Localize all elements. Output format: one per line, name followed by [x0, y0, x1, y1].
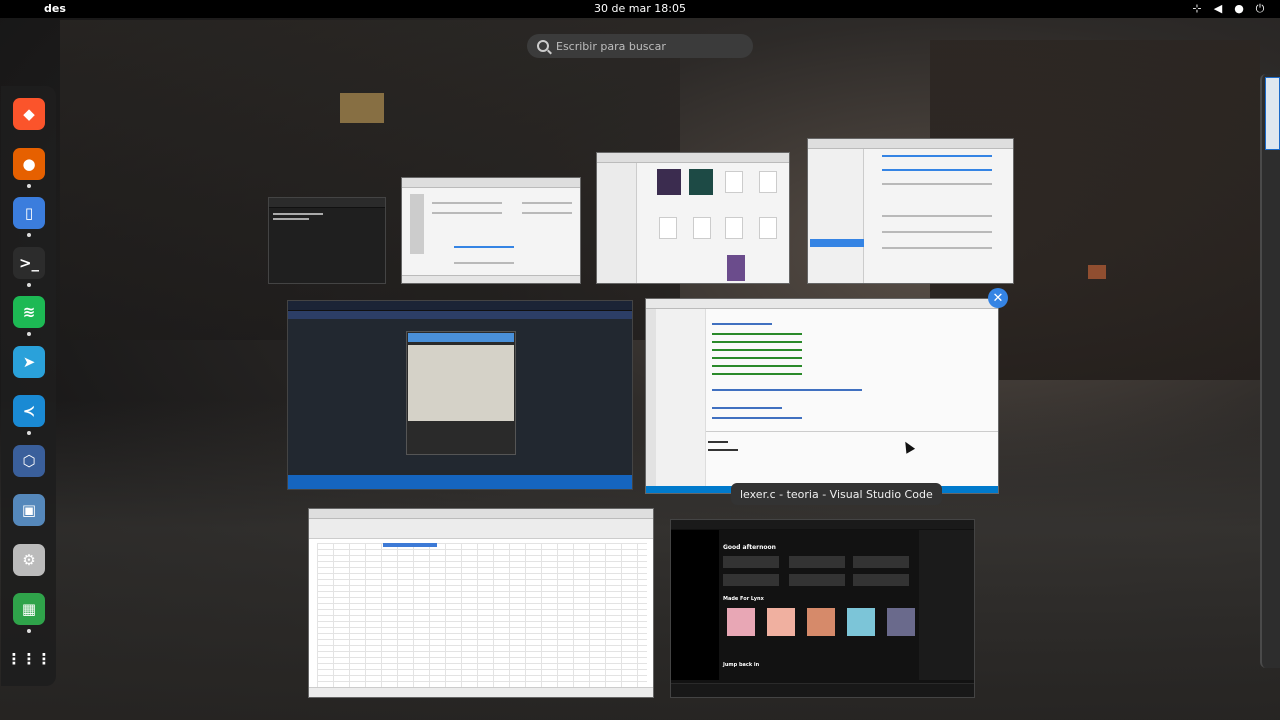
power-icon[interactable]: ⏻ — [1254, 2, 1266, 16]
network-icon[interactable]: ⊹ — [1191, 2, 1203, 16]
close-window-button[interactable]: ✕ — [988, 288, 1008, 308]
window-vscode[interactable] — [645, 298, 999, 494]
spotify-section-made-for: Made For Lynx — [723, 596, 764, 602]
dock-terminal-icon[interactable]: >_ — [13, 246, 45, 279]
running-indicator — [27, 282, 31, 287]
window-spreadsheet[interactable] — [308, 508, 654, 698]
window-spotify[interactable]: Good afternoon Made For Lynx Jump back i… — [670, 519, 975, 698]
dash-dock: ◆ ● ▯ >_ ≋ ➤ ≺ ⬡ ▣ ⚙ ▦ ⋮⋮⋮ — [1, 86, 56, 686]
window-terminal[interactable] — [268, 197, 386, 284]
search-input[interactable]: Escribir para buscar — [527, 34, 753, 58]
wallpaper-building-left — [60, 20, 680, 340]
clock[interactable]: 30 de mar 18:05 — [0, 2, 1280, 15]
dock-show-apps-icon[interactable]: ⋮⋮⋮ — [7, 643, 52, 675]
dock-firefox-icon[interactable]: ● — [13, 147, 45, 180]
spotify-greeting: Good afternoon — [723, 544, 776, 551]
search-icon — [537, 40, 549, 52]
running-indicator — [27, 233, 31, 237]
dock-brave-browser-icon[interactable]: ◆ — [13, 98, 45, 130]
workspace-thumbnail[interactable] — [1265, 77, 1280, 150]
window-title-tooltip: lexer.c - teoria - Visual Studio Code — [731, 483, 942, 505]
next-workspace-preview[interactable] — [1260, 74, 1280, 668]
window-settings[interactable] — [807, 138, 1014, 284]
running-indicator — [27, 183, 31, 188]
dock-telegram-icon[interactable]: ➤ — [13, 345, 45, 378]
window-files[interactable] — [596, 152, 790, 284]
dock-visual-studio-code-icon[interactable]: ≺ — [13, 395, 45, 427]
running-indicator — [27, 431, 31, 435]
window-browser[interactable] — [287, 300, 633, 490]
sidebar-icons — [410, 194, 424, 254]
search-placeholder: Escribir para buscar — [556, 39, 666, 53]
dock-spreadsheet-icon[interactable]: ▦ — [13, 593, 45, 625]
dock-virtualbox-icon[interactable]: ⬡ — [13, 444, 45, 477]
window-sound-app[interactable] — [401, 177, 581, 284]
wallpaper-lamp — [1088, 265, 1106, 279]
dock-files-icon[interactable]: ▯ — [13, 197, 45, 229]
top-bar: des 30 de mar 18:05 ⊹ ◀ ● ⏻ — [0, 0, 1280, 18]
volume-icon[interactable]: ◀ — [1212, 2, 1224, 16]
wallpaper-lit-window — [340, 93, 384, 123]
dock-settings-icon[interactable]: ⚙ — [13, 543, 45, 576]
dock-image-viewer-icon[interactable]: ▣ — [13, 494, 45, 526]
spotify-section-jump-back: Jump back in — [723, 662, 760, 668]
system-tray[interactable]: ⊹ ◀ ● ⏻ — [1191, 2, 1266, 16]
microphone-icon[interactable]: ● — [1233, 2, 1245, 16]
dock-spotify-icon[interactable]: ≋ — [13, 296, 45, 328]
running-indicator — [27, 332, 31, 336]
running-indicator — [27, 629, 31, 633]
